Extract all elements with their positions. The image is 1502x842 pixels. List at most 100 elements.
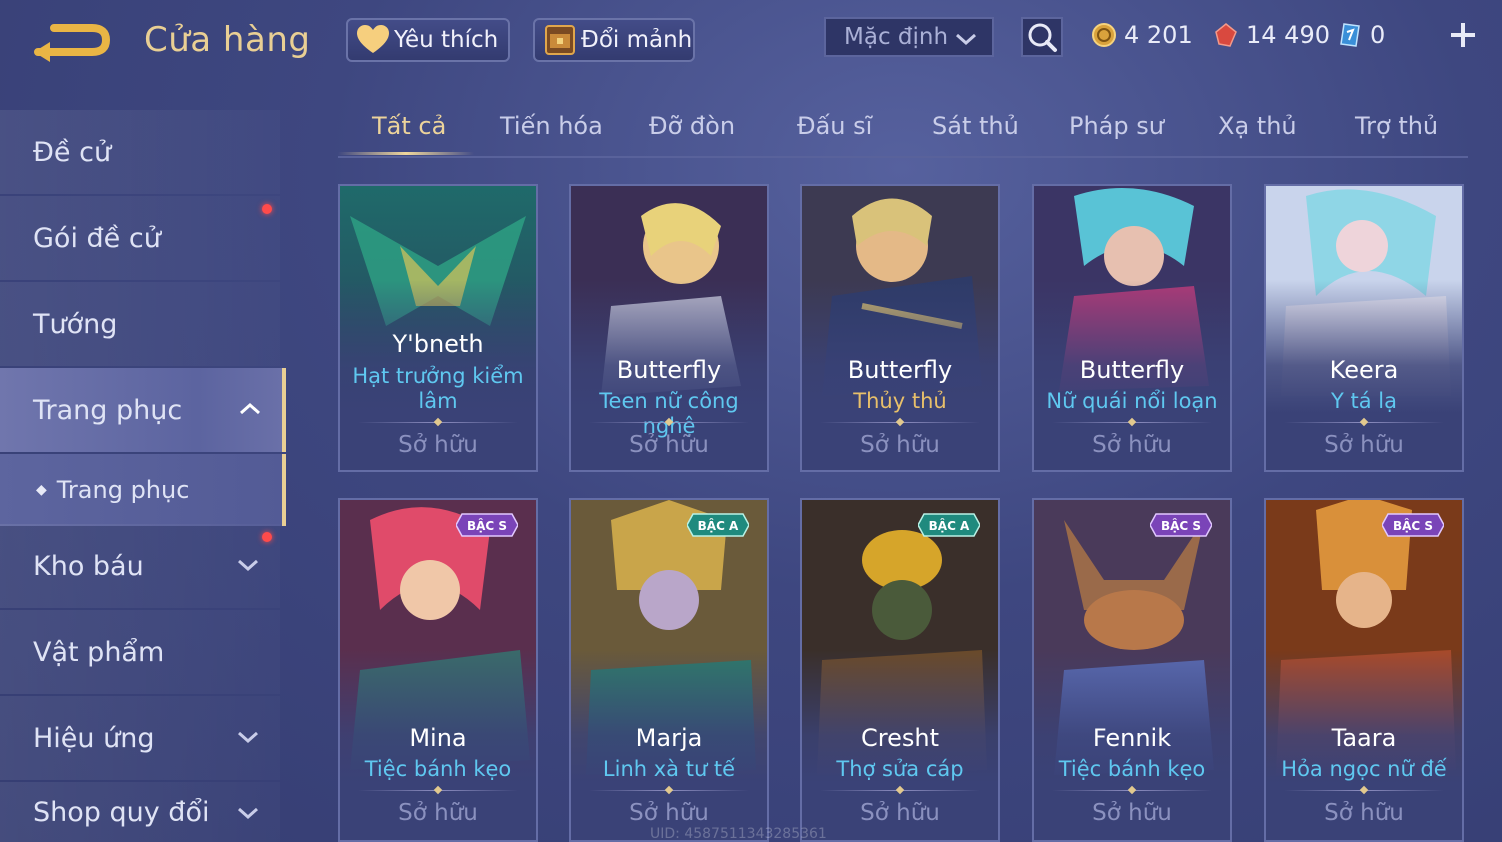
top-bar: Cửa hàng Yêu thích Đổi mảnh Mặc định 4 2… xyxy=(0,0,1502,84)
card-divider xyxy=(589,422,749,423)
sidebar-item-heroes[interactable]: Tướng xyxy=(0,282,280,366)
search-button[interactable] xyxy=(1021,17,1063,57)
tab-marksman[interactable]: Xạ thủ xyxy=(1218,112,1297,140)
ruby-icon xyxy=(1212,21,1240,49)
favorites-label: Yêu thích xyxy=(394,27,499,53)
tier-badge: BẬC S xyxy=(1150,513,1212,537)
skin-card[interactable]: BẬC A Cresht Thợ sửa cáp Sở hữu xyxy=(800,498,1000,842)
skin-card[interactable]: Butterfly Nữ quái nổi loạn Sở hữu xyxy=(1032,184,1232,472)
voucher-currency: 0 xyxy=(1336,18,1385,52)
owned-status: Sở hữu xyxy=(860,432,940,458)
tab-mage[interactable]: Pháp sư xyxy=(1069,112,1164,140)
tab-evolution[interactable]: Tiến hóa xyxy=(500,112,603,140)
shard-exchange-button[interactable]: Đổi mảnh xyxy=(533,18,695,62)
tab-fighter[interactable]: Đấu sĩ xyxy=(797,112,872,140)
hero-name: Butterfly xyxy=(1079,356,1185,384)
gold-coin-icon xyxy=(1090,21,1118,49)
shard-exchange-label: Đổi mảnh xyxy=(581,27,693,53)
tab-all[interactable]: Tất cả xyxy=(372,112,446,140)
sidebar-item-items[interactable]: Vật phẩm xyxy=(0,610,280,694)
plus-icon xyxy=(1446,23,1480,56)
sort-value: Mặc định xyxy=(844,24,949,50)
tier-badge-label: BẬC A xyxy=(929,518,970,533)
hero-name: Keera xyxy=(1329,356,1399,384)
voucher-icon xyxy=(1336,21,1364,49)
back-arrow-icon[interactable] xyxy=(32,22,112,66)
sidebar-item-label: Trang phục xyxy=(33,394,183,426)
sidebar-item-treasure[interactable]: Kho báu xyxy=(0,524,280,608)
tab-support[interactable]: Trợ thủ xyxy=(1355,112,1438,140)
card-divider xyxy=(1052,790,1212,791)
chevron-down-icon xyxy=(954,28,978,54)
owned-status: Sở hữu xyxy=(398,800,478,826)
tier-badge: BẬC S xyxy=(456,513,518,537)
tab-tank[interactable]: Đỡ đòn xyxy=(649,112,735,140)
sidebar-item-recommended[interactable]: Đề cử xyxy=(0,110,280,194)
card-divider xyxy=(358,422,518,423)
skin-name: Nữ quái nổi loạn xyxy=(1046,389,1218,413)
ruby-amount: 14 490 xyxy=(1246,21,1330,49)
skin-card[interactable]: BẬC S Mina Tiệc bánh kẹo Sở hữu xyxy=(338,498,538,842)
hero-name: Marja xyxy=(635,724,703,752)
skin-name-line2: lâm xyxy=(418,389,458,413)
chest-icon xyxy=(543,23,577,57)
card-divider xyxy=(358,790,518,791)
tier-badge-label: BẬC S xyxy=(1393,518,1433,533)
user-id-watermark: UID: 4587511343285361 xyxy=(650,826,827,842)
owned-status: Sở hữu xyxy=(1092,432,1172,458)
skin-card[interactable]: BẬC A Marja Linh xà tư tế Sở hữu xyxy=(569,498,769,842)
skin-name: Y tá lạ xyxy=(1331,389,1397,413)
hero-name: Butterfly xyxy=(847,356,953,384)
sidebar-item-label: Kho báu xyxy=(33,550,144,582)
card-divider xyxy=(820,422,980,423)
chevron-down-icon xyxy=(236,556,260,578)
category-tabs: Tất cả Tiến hóa Đỡ đòn Đấu sĩ Sát thủ Ph… xyxy=(338,100,1468,158)
skin-card[interactable]: Keera Y tá lạ Sở hữu xyxy=(1264,184,1464,472)
sort-dropdown[interactable]: Mặc định xyxy=(824,17,994,57)
tier-badge-label: BẬC S xyxy=(1161,518,1201,533)
tier-badge: BẬC A xyxy=(687,513,749,537)
notification-dot xyxy=(262,532,272,542)
skin-name: Hỏa ngọc nữ đế xyxy=(1281,757,1447,781)
sidebar-item-skins[interactable]: Trang phục xyxy=(0,368,286,452)
skin-name: Linh xà tư tế xyxy=(602,757,736,781)
tier-badge-label: BẬC A xyxy=(698,518,739,533)
page-title: Cửa hàng xyxy=(144,20,311,60)
skin-name: Hạt trưởng kiểm xyxy=(352,364,524,388)
sidebar-subitem-skins[interactable]: ◆ Trang phục xyxy=(0,454,286,526)
tab-assassin[interactable]: Sát thủ xyxy=(932,112,1019,140)
add-currency-button[interactable] xyxy=(1446,18,1480,52)
sidebar-item-exchange-shop[interactable]: Shop quy đổi xyxy=(0,782,280,842)
skin-card[interactable]: Butterfly Thủy thủ Sở hữu xyxy=(800,184,1000,472)
card-divider xyxy=(820,790,980,791)
skin-card[interactable]: BẬC S Taara Hỏa ngọc nữ đế Sở hữu xyxy=(1264,498,1464,842)
sidebar-item-label: Vật phẩm xyxy=(33,636,165,668)
skin-name: Tiệc bánh kẹo xyxy=(1058,757,1206,781)
sidebar-item-label: Trang phục xyxy=(56,476,190,504)
hero-name: Cresht xyxy=(861,724,939,752)
chevron-down-icon xyxy=(236,804,260,826)
sidebar-item-effects[interactable]: Hiệu ứng xyxy=(0,696,280,780)
skin-card[interactable]: BẬC S Fennik Tiệc bánh kẹo Sở hữu xyxy=(1032,498,1232,842)
heart-icon xyxy=(356,23,390,57)
skin-card[interactable]: Butterfly Teen nữ công nghệ Sở hữu xyxy=(569,184,769,472)
skin-name: Thủy thủ xyxy=(853,389,947,413)
sidebar-item-label: Gói đề cử xyxy=(33,222,161,254)
owned-status: Sở hữu xyxy=(1324,432,1404,458)
owned-status: Sở hữu xyxy=(629,432,709,458)
skin-card[interactable]: Y'bneth Hạt trưởng kiểm lâm Sở hữu xyxy=(338,184,538,472)
tier-badge: BẬC S xyxy=(1382,513,1444,537)
sidebar: Đề cử Gói đề cử Tướng Trang phục ◆ Trang… xyxy=(0,110,286,842)
card-divider xyxy=(589,790,749,791)
hero-name: Y'bneth xyxy=(392,330,484,358)
sidebar-item-label: Tướng xyxy=(33,308,118,340)
tier-badge: BẬC A xyxy=(918,513,980,537)
owned-status: Sở hữu xyxy=(860,800,940,826)
gold-amount: 4 201 xyxy=(1124,21,1193,49)
sidebar-item-bundles[interactable]: Gói đề cử xyxy=(0,196,280,280)
skin-name: Thợ sửa cáp xyxy=(836,757,964,781)
chevron-down-icon xyxy=(236,728,260,750)
favorites-button[interactable]: Yêu thích xyxy=(346,18,510,62)
sidebar-item-label: Shop quy đổi xyxy=(33,796,210,828)
card-divider xyxy=(1052,422,1212,423)
